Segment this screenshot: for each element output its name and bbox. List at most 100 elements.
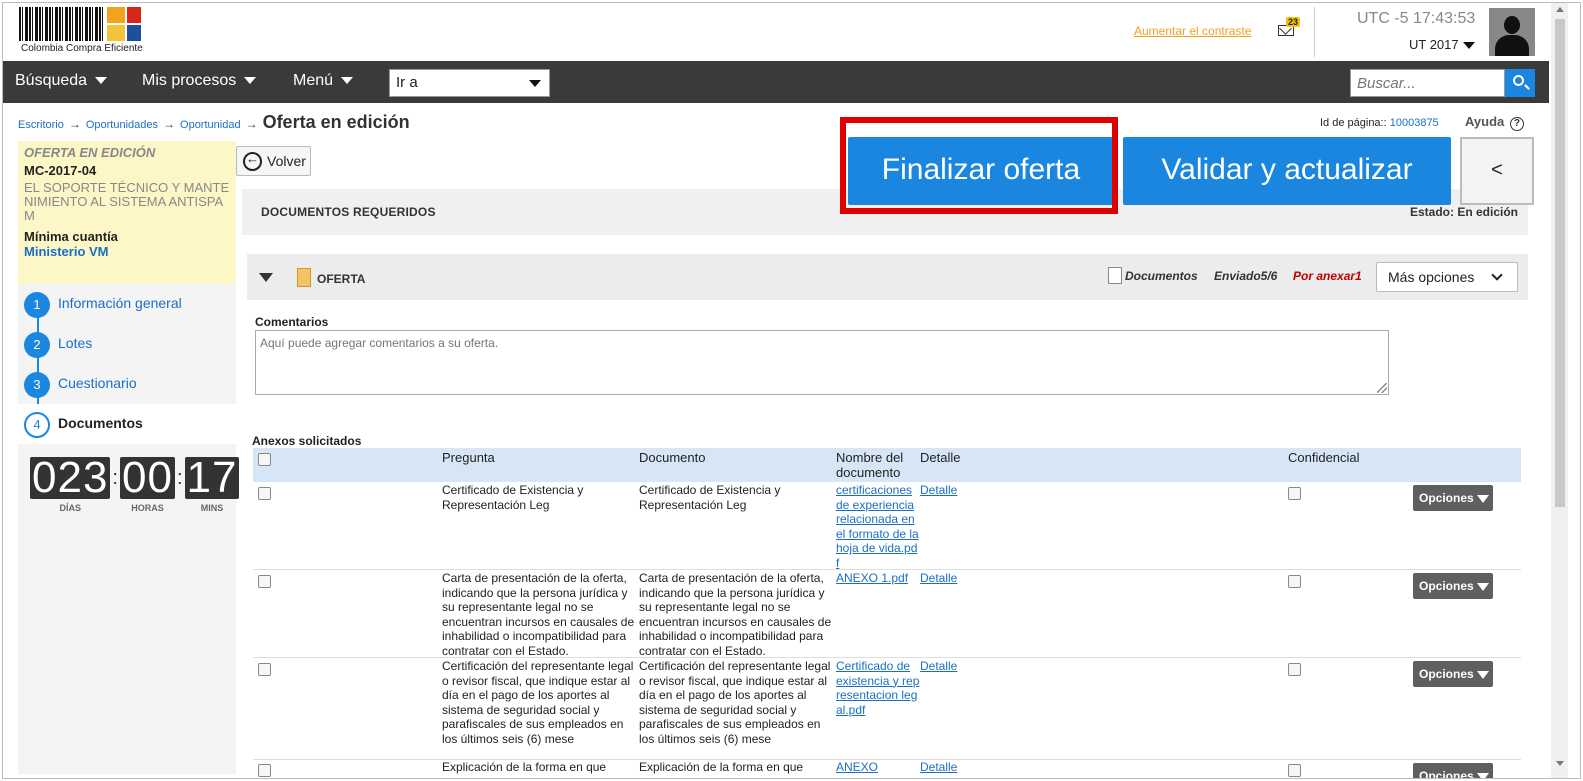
row-checkbox[interactable] xyxy=(258,663,271,676)
arrow-right-icon: → xyxy=(68,117,81,131)
logo-square-red xyxy=(127,7,141,23)
header-divider xyxy=(1314,7,1315,57)
back-button[interactable]: Volver xyxy=(236,146,311,176)
row-checkbox[interactable] xyxy=(258,575,271,588)
column-documento: Documento xyxy=(639,450,706,465)
increase-contrast-link[interactable]: Aumentar el contraste xyxy=(1134,24,1251,38)
row-file-link[interactable]: ANEXO 1.pdf xyxy=(836,571,920,586)
row-document: Certificado de Existencia y Representaci… xyxy=(639,483,781,512)
row-options-button[interactable]: Opciones xyxy=(1413,661,1493,687)
row-file-link[interactable]: certificaciones de experiencia relaciona… xyxy=(836,483,920,570)
arrow-right-icon: → xyxy=(245,117,258,131)
help-link[interactable]: Ayuda ? xyxy=(1465,114,1524,131)
finalize-offer-button[interactable]: Finalizar oferta xyxy=(848,137,1114,205)
offer-steps: 1 Información general 2 Lotes 3 Cuestionari… xyxy=(18,284,236,445)
folder-icon xyxy=(297,268,311,287)
messages-count-badge: 23 xyxy=(1286,17,1301,27)
colombia-compra-logo[interactable]: Colombia Compra Eficiente xyxy=(19,7,151,57)
step-lotes[interactable]: 2 Lotes xyxy=(18,324,236,364)
nav-menu[interactable]: Menú xyxy=(293,72,354,90)
row-options-button[interactable]: Opciones xyxy=(1413,573,1493,599)
comments-textarea[interactable] xyxy=(255,330,1389,395)
caret-down-icon xyxy=(341,77,354,85)
messages-button[interactable]: 23 xyxy=(1278,17,1301,39)
step-label: Información general xyxy=(58,295,182,311)
nav-busqueda-label: Búsqueda xyxy=(15,72,88,89)
collapse-button[interactable]: < xyxy=(1460,137,1534,205)
row-detail-link[interactable]: Detalle xyxy=(920,571,957,586)
page-id-value: 10003875 xyxy=(1389,117,1439,129)
step-label: Cuestionario xyxy=(58,375,137,391)
row-question: Certificado de Existencia y Representaci… xyxy=(442,483,584,512)
nav-busqueda[interactable]: Búsqueda xyxy=(15,72,108,90)
caret-down-icon xyxy=(95,77,108,85)
column-nombre-documento: Nombre del documento xyxy=(836,450,904,480)
search-button[interactable] xyxy=(1505,69,1535,97)
validate-update-button[interactable]: Validar y actualizar xyxy=(1123,137,1451,205)
countdown-hours-label: HORAS xyxy=(131,503,164,513)
resize-grip-icon[interactable] xyxy=(1377,383,1387,393)
caret-down-icon xyxy=(529,80,541,87)
nav-mis-procesos[interactable]: Mis procesos xyxy=(142,72,257,90)
row-detail-link[interactable]: Detalle xyxy=(920,659,957,674)
organization-selector[interactable]: UT 2017 xyxy=(1409,37,1475,52)
organization-name: UT 2017 xyxy=(1409,37,1459,52)
scroll-down-arrow-icon[interactable] xyxy=(1556,761,1564,766)
user-avatar[interactable] xyxy=(1489,8,1535,56)
row-confidential-checkbox[interactable] xyxy=(1288,764,1301,777)
breadcrumb-escritorio[interactable]: Escritorio xyxy=(18,119,64,131)
sent-count: Enviado5/6 xyxy=(1214,269,1278,283)
row-confidential-checkbox[interactable] xyxy=(1288,487,1301,500)
caret-down-icon xyxy=(1476,772,1489,778)
page-id: Id de página:: 10003875 xyxy=(1320,117,1439,129)
row-question: Explicación de la forma en que xyxy=(442,760,607,774)
process-code: MC-2017-04 xyxy=(24,163,97,178)
caret-down-icon xyxy=(1462,42,1475,50)
offer-state: OFERTA EN EDICIÓN xyxy=(24,145,156,160)
step-cuestionario[interactable]: 3 Cuestionario xyxy=(18,364,236,404)
row-checkbox[interactable] xyxy=(258,487,271,500)
scrollbar-thumb[interactable] xyxy=(1555,19,1565,507)
row-detail-link[interactable]: Detalle xyxy=(920,483,957,498)
breadcrumb: Escritorio → Oportunidades → Oportunidad → Ofe… xyxy=(18,112,410,133)
row-checkbox[interactable] xyxy=(258,764,271,777)
row-options-button[interactable]: Opciones xyxy=(1413,763,1493,778)
step-informacion-general[interactable]: 1 Información general xyxy=(18,284,236,324)
page-scrollbar[interactable] xyxy=(1551,3,1568,778)
select-all-checkbox[interactable] xyxy=(258,453,271,466)
goto-select[interactable]: Ir a xyxy=(389,69,550,97)
caret-down-icon xyxy=(1476,670,1489,679)
top-bar: Colombia Compra Eficiente Aumentar el co… xyxy=(3,3,1549,61)
row-confidential-checkbox[interactable] xyxy=(1288,575,1301,588)
question-circle-icon: ? xyxy=(1509,117,1524,131)
row-document: Certificación del representante legal o … xyxy=(639,659,831,746)
chevron-down-icon xyxy=(1491,269,1503,281)
logo-text: Colombia Compra Eficiente xyxy=(21,43,143,54)
row-detail-link[interactable]: Detalle xyxy=(920,760,957,775)
row-options-button[interactable]: Opciones xyxy=(1413,485,1493,511)
help-label: Ayuda xyxy=(1465,114,1505,129)
server-clock: UTC -5 17:43:53 xyxy=(1357,10,1476,27)
breadcrumb-oportunidad[interactable]: Oportunidad xyxy=(180,119,241,131)
step-number: 1 xyxy=(24,292,50,318)
search-input[interactable] xyxy=(1350,69,1505,97)
countdown-mins: 17 MINS xyxy=(184,456,240,513)
collapse-triangle-icon[interactable] xyxy=(259,273,273,282)
breadcrumb-oportunidades[interactable]: Oportunidades xyxy=(86,119,158,131)
row-file-link[interactable]: Certificado de existencia y representaci… xyxy=(836,659,920,717)
more-options-button[interactable]: Más opciones xyxy=(1376,262,1518,292)
countdown-days-value: 023 xyxy=(30,453,111,502)
documents-header-title: DOCUMENTOS REQUERIDOS xyxy=(261,205,436,219)
documents-state: Estado: En edición xyxy=(1409,205,1518,219)
main-navbar: Búsqueda Mis procesos Menú Ir a xyxy=(3,61,1549,103)
scroll-up-arrow-icon[interactable] xyxy=(1556,7,1564,12)
row-file-link[interactable]: ANEXO xyxy=(836,760,920,775)
step-documentos[interactable]: 4 Documentos xyxy=(18,404,236,444)
oferta-section-bar: OFERTA Documentos Enviado5/6 Por anexar1… xyxy=(247,254,1528,300)
page-id-label: Id de página:: xyxy=(1320,117,1387,129)
table-row: Explicación de la forma en que Explicaci… xyxy=(253,760,1521,778)
column-detalle: Detalle xyxy=(920,450,961,465)
process-title: EL SOPORTE TÉCNICO Y MANTENIMIENTO AL SI… xyxy=(24,180,230,223)
row-confidential-checkbox[interactable] xyxy=(1288,663,1301,676)
page-title: Oferta en edición xyxy=(262,112,410,132)
